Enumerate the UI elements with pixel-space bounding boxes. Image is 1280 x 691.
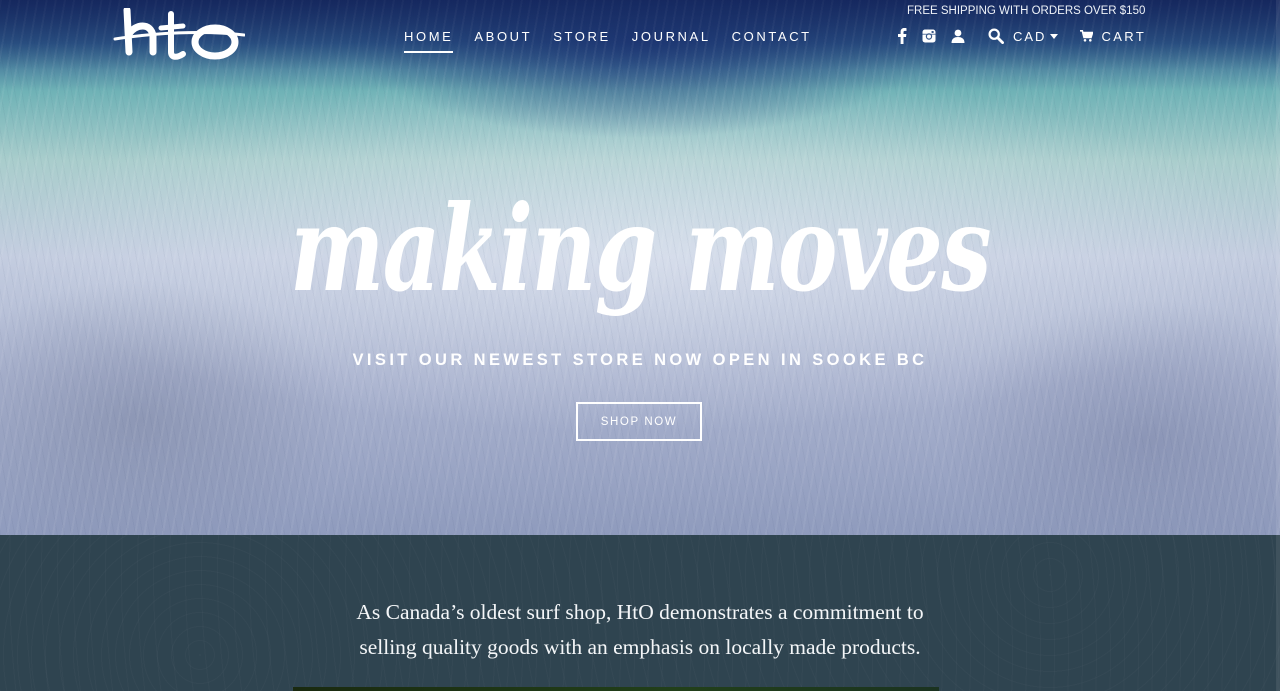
about-text: As Canada’s oldest surf shop, HtO demons… [356,600,924,659]
account-icon[interactable] [949,27,967,45]
utility-bar: CAD CART [893,26,1146,46]
hero-banner: HOME ABOUT STORE JOURNAL CONTACT FREE SH… [0,0,1280,535]
cart-link[interactable]: CART [1079,27,1146,45]
about-section: As Canada’s oldest surf shop, HtO demons… [0,535,1280,691]
next-section-preview [293,687,939,691]
cart-icon [1079,27,1093,45]
nav-store[interactable]: STORE [553,29,611,53]
nav-journal[interactable]: JOURNAL [632,29,711,53]
facebook-icon[interactable] [893,27,911,45]
currency-value: CAD [1013,28,1047,44]
nav-about[interactable]: ABOUT [474,29,532,53]
shop-now-button[interactable]: SHOP NOW [576,402,702,441]
nav-contact[interactable]: CONTACT [732,29,812,53]
hero-subheadline: VISIT OUR NEWEST STORE NOW OPEN IN SOOKE… [352,351,928,369]
hero-headline: making moves [290,179,992,318]
hero-headline-text: making moves [290,179,990,318]
scrollbar[interactable] [1276,0,1280,691]
logo-mark [113,8,245,60]
site-logo[interactable] [113,8,245,68]
nav-home[interactable]: HOME [404,29,454,53]
currency-selector[interactable]: CAD [1013,29,1059,44]
free-shipping-promo: FREE SHIPPING WITH ORDERS OVER $150 [907,5,1146,17]
main-nav: HOME ABOUT STORE JOURNAL CONTACT [404,29,812,53]
cart-label: CART [1101,28,1147,44]
search-icon[interactable] [987,27,1005,45]
instagram-icon[interactable] [920,27,938,45]
caret-down-icon [1049,31,1059,41]
